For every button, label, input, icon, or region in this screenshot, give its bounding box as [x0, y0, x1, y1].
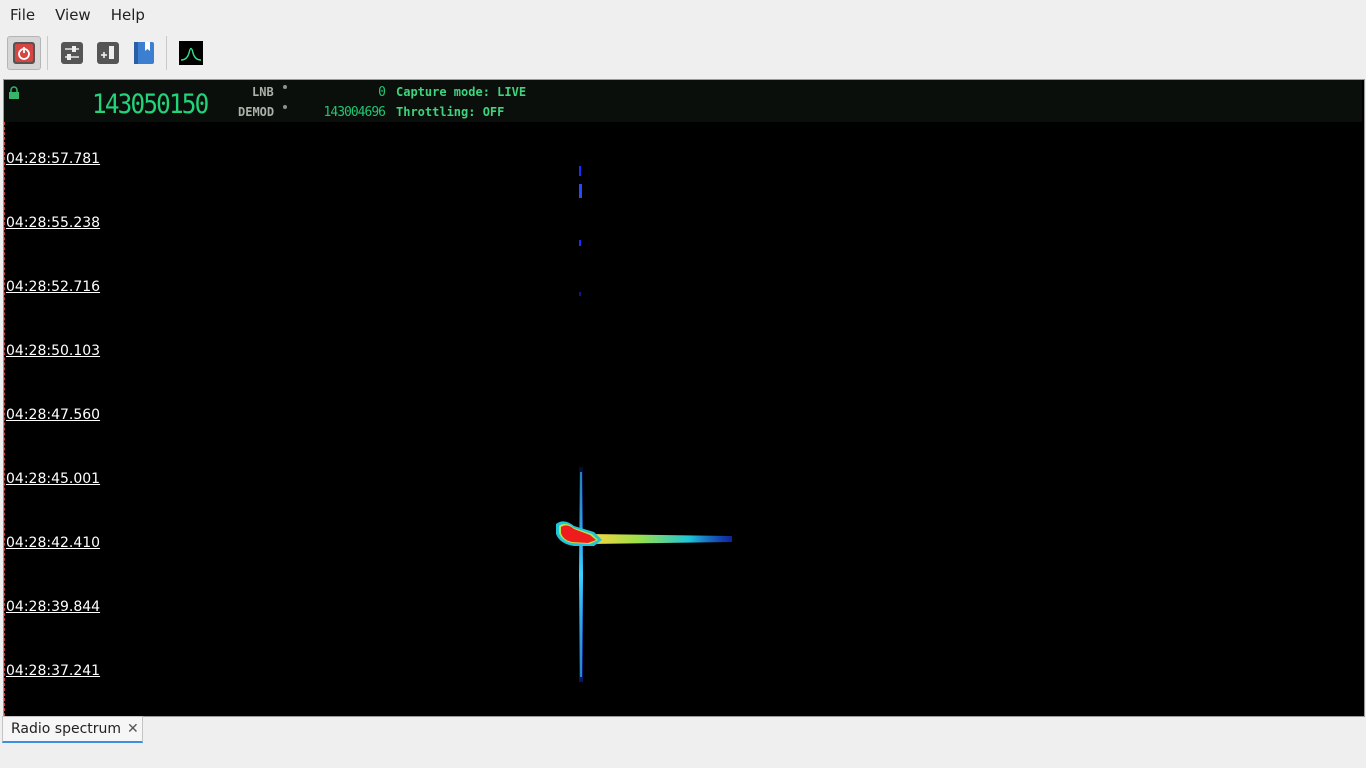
tab-bar: Radio spectrum ✕ [0, 716, 1366, 746]
bookmark-icon [134, 42, 154, 64]
lock-icon[interactable] [8, 86, 20, 100]
menu-bar: File View Help [0, 0, 1366, 30]
lnb-value[interactable]: 0 [265, 85, 386, 100]
spectrum-button[interactable] [175, 37, 207, 69]
add-panel-button[interactable] [92, 37, 124, 69]
timestamp-label: 04:28:39.844 [6, 599, 101, 615]
throttling-status: Throttling: OFF [396, 105, 505, 119]
timestamp-label: 04:28:45.001 [6, 471, 101, 487]
toolbar-separator [47, 36, 48, 70]
sliders-icon [61, 42, 83, 64]
timestamp-label: 04:28:37.241 [6, 663, 101, 679]
toolbar-separator [166, 36, 167, 70]
tab-radio-spectrum[interactable]: Radio spectrum ✕ [2, 716, 143, 743]
timestamp-label: 04:28:55.238 [6, 215, 101, 231]
close-icon[interactable]: ✕ [127, 721, 139, 737]
timestamp-label: 04:28:42.410 [6, 535, 101, 551]
spectrum-icon [179, 41, 203, 65]
bookmark-button[interactable] [128, 37, 160, 69]
frequency-header: 143050150 LNB 0 DEMOD 143004696 Capture … [4, 80, 1362, 122]
timestamp-label: 04:28:50.103 [6, 343, 101, 359]
power-button[interactable] [7, 36, 41, 70]
waterfall-display[interactable]: 04:28:57.781 04:28:55.238 04:28:52.716 0… [4, 122, 1362, 716]
timestamp-label: 04:28:47.560 [6, 407, 101, 423]
main-frequency-display[interactable]: 143050150 [92, 89, 209, 120]
waterfall-canvas [556, 166, 732, 682]
timestamp-label: 04:28:57.781 [6, 151, 101, 167]
menu-help[interactable]: Help [101, 0, 155, 30]
capture-mode-status: Capture mode: LIVE [396, 85, 527, 99]
menu-view[interactable]: View [45, 0, 101, 30]
spectrum-panel: 143050150 LNB 0 DEMOD 143004696 Capture … [3, 79, 1365, 717]
tab-label: Radio spectrum [11, 721, 122, 737]
demod-value[interactable]: 143004696 [265, 105, 386, 120]
settings-button[interactable] [56, 37, 88, 69]
toolbar [0, 32, 1366, 74]
timestamp-label: 04:28:52.716 [6, 279, 101, 295]
menu-file[interactable]: File [0, 0, 45, 30]
power-icon [13, 42, 35, 64]
add-panel-icon [97, 42, 119, 64]
